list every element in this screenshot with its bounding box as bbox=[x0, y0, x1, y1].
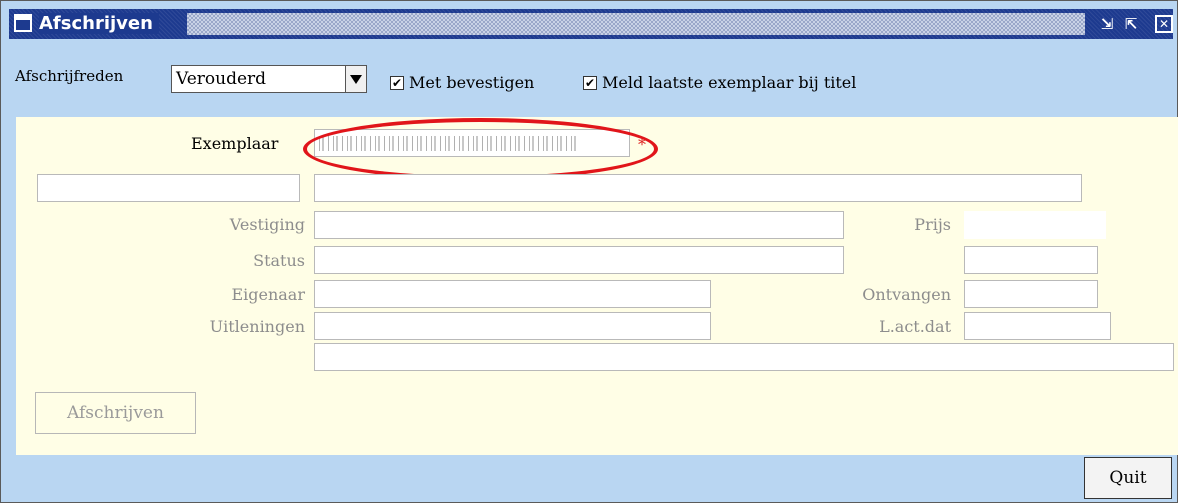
write-off-button[interactable]: Afschrijven bbox=[35, 392, 196, 434]
window-icon bbox=[14, 14, 32, 32]
quit-button[interactable]: Quit bbox=[1084, 457, 1172, 499]
status-extra-field[interactable] bbox=[964, 246, 1098, 274]
minimize-icon[interactable]: ⇲ bbox=[1098, 15, 1116, 33]
status-field[interactable] bbox=[314, 246, 844, 274]
report-last-checkbox[interactable]: ✔ bbox=[583, 76, 597, 90]
reason-select[interactable]: Verouderd bbox=[171, 65, 367, 93]
bottom-bar bbox=[9, 459, 1173, 499]
title-bar[interactable]: Afschrijven ⇲ ⇱ ✕ bbox=[9, 9, 1173, 39]
price-field[interactable] bbox=[964, 211, 1106, 239]
highlight-ring bbox=[303, 118, 658, 180]
chevron-down-icon[interactable] bbox=[345, 65, 367, 93]
received-label: Ontvangen bbox=[862, 285, 951, 304]
loans-field[interactable] bbox=[314, 312, 711, 340]
location-field[interactable] bbox=[314, 211, 844, 239]
report-last-label: Meld laatste exemplaar bij titel bbox=[602, 73, 857, 92]
loans-label: Uitleningen bbox=[209, 317, 305, 336]
location-label: Vestiging bbox=[229, 215, 305, 234]
afschrijven-window: Afschrijven ⇲ ⇱ ✕ Afschrijfreden Veroude… bbox=[0, 0, 1178, 503]
confirm-checkbox[interactable]: ✔ bbox=[390, 76, 404, 90]
owner-field[interactable] bbox=[314, 280, 711, 308]
price-label: Prijs bbox=[914, 215, 951, 234]
reason-select-value: Verouderd bbox=[176, 69, 267, 89]
maximize-icon[interactable]: ⇱ bbox=[1122, 15, 1140, 33]
last-action-field[interactable] bbox=[964, 312, 1111, 340]
title-field[interactable] bbox=[314, 174, 1082, 202]
last-action-label: L.act.dat bbox=[879, 317, 951, 336]
remarks-field[interactable] bbox=[314, 343, 1174, 371]
status-label: Status bbox=[253, 251, 305, 270]
close-icon[interactable]: ✕ bbox=[1155, 15, 1173, 33]
confirm-label: Met bevestigen bbox=[409, 73, 535, 92]
received-field[interactable] bbox=[964, 280, 1098, 308]
reason-label: Afschrijfreden bbox=[15, 67, 124, 85]
window-title: Afschrijven bbox=[39, 13, 159, 34]
copy-label: Exemplaar bbox=[191, 134, 279, 153]
title-bar-fill bbox=[187, 13, 1085, 35]
options-bar: Afschrijfreden Verouderd ✔ Met bevestige… bbox=[9, 45, 1173, 107]
owner-label: Eigenaar bbox=[231, 285, 305, 304]
code-field[interactable] bbox=[37, 174, 300, 202]
